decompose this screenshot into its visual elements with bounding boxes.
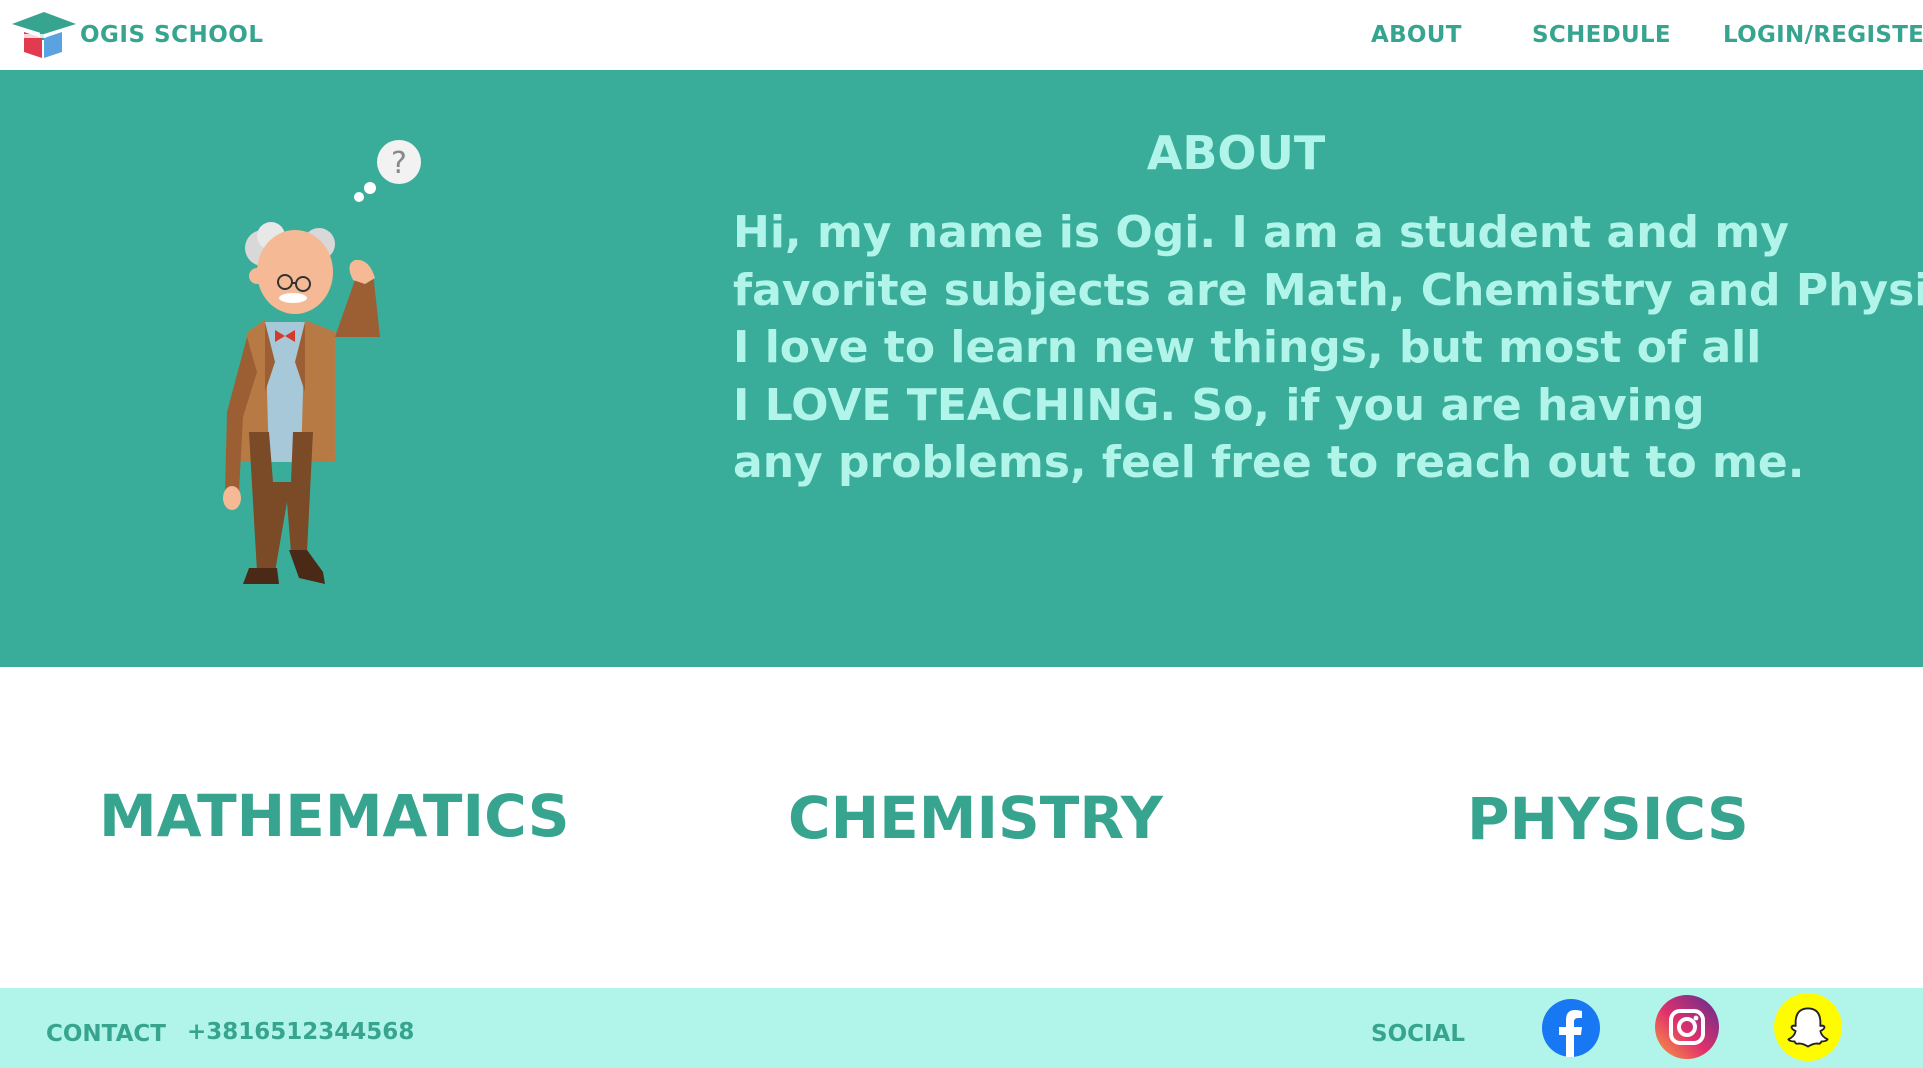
site-header: OGIS SCHOOL ABOUT SCHEDULE LOGIN/REGISTE… [0, 0, 1923, 70]
about-line: any problems, feel free to reach out to … [733, 437, 1805, 488]
nav-schedule[interactable]: SCHEDULE [1532, 22, 1671, 48]
snapchat-link[interactable] [1774, 993, 1842, 1061]
site-footer: CONTACT +3816512344568 SOCIAL [0, 988, 1923, 1068]
about-title: ABOUT [1146, 126, 1326, 180]
social-label: SOCIAL [1371, 1021, 1466, 1047]
teacher-illustration: ? [223, 140, 421, 584]
instagram-link[interactable] [1654, 994, 1720, 1060]
about-line: favorite subjects are Math, Chemistry an… [733, 264, 1923, 316]
nav-about[interactable]: ABOUT [1371, 22, 1462, 48]
nav-login-register[interactable]: LOGIN/REGISTER [1723, 22, 1923, 48]
subject-mathematics[interactable]: MATHEMATICS [99, 782, 570, 850]
subject-physics[interactable]: PHYSICS [1467, 785, 1749, 853]
facebook-icon [1542, 999, 1600, 1057]
about-line: I love to learn new things, but most of … [733, 322, 1762, 373]
about-line: I LOVE TEACHING. So, if you are having [733, 379, 1705, 431]
snapchat-icon [1774, 993, 1842, 1061]
about-section: ? ABOUT Hi, my name is Ogi. I am a stude… [0, 70, 1923, 667]
subject-chemistry[interactable]: CHEMISTRY [788, 784, 1163, 852]
about-description: Hi, my name is Ogi. I am a student and m… [733, 204, 1923, 492]
question-mark: ? [391, 146, 407, 181]
about-line: Hi, my name is Ogi. I am a student and m… [733, 207, 1789, 258]
facebook-link[interactable] [1538, 995, 1604, 1061]
contact-label: CONTACT [46, 1021, 166, 1047]
contact-phone[interactable]: +3816512344568 [187, 1019, 414, 1045]
main-nav: ABOUT SCHEDULE LOGIN/REGISTER [0, 0, 1923, 70]
instagram-icon [1655, 995, 1719, 1059]
